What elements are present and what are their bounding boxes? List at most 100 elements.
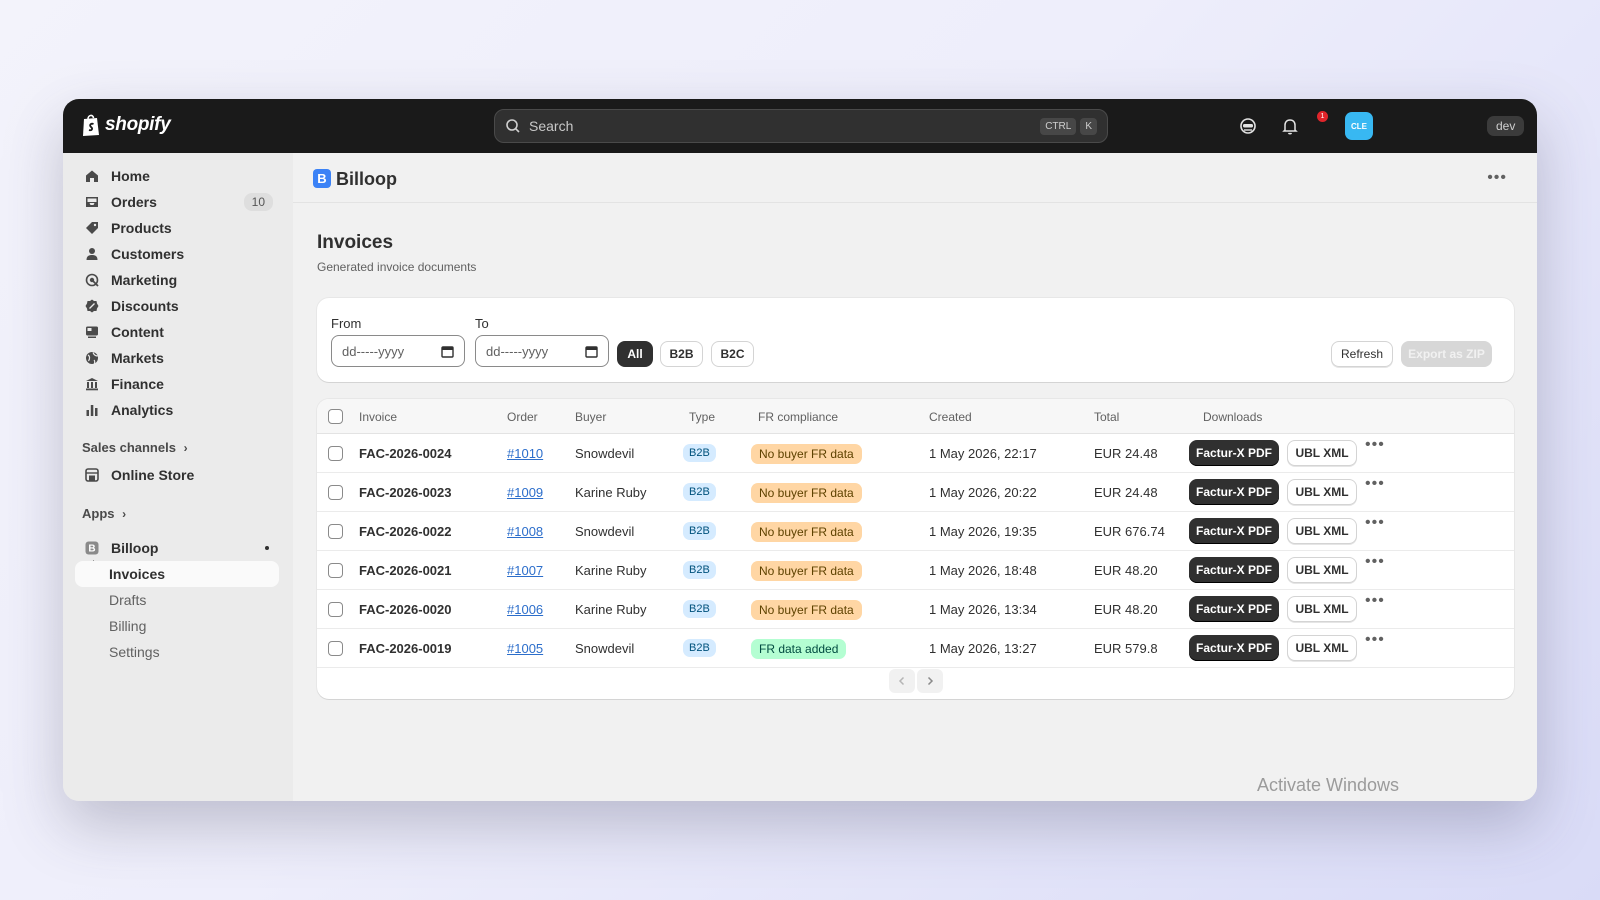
download-ubl-xml-button[interactable]: UBL XML [1287,596,1357,622]
app-header: B Billoop ••• [293,153,1537,203]
col-downloads[interactable]: Downloads [1203,410,1262,424]
col-fr-compliance[interactable]: FR compliance [758,410,838,424]
sidebar-item-home[interactable]: Home [75,163,279,189]
sidebar-item-billoop[interactable]: B Billoop [75,535,279,561]
table-row[interactable]: FAC-2026-0024 #1010 Snowdevil B2B No buyer F… [317,434,1514,473]
row-checkbox[interactable] [328,446,343,461]
order-link[interactable]: #1005 [507,641,543,656]
table-row[interactable]: FAC-2026-0020 #1006 Karine Ruby B2B No buyer… [317,590,1514,629]
invoice-number[interactable]: FAC-2026-0019 [359,641,452,656]
apps-heading[interactable]: Apps › [82,506,126,521]
buyer-name: Karine Ruby [575,563,647,578]
globe-icon [86,352,98,365]
sidebar-item-markets[interactable]: Markets [75,345,279,371]
col-type[interactable]: Type [689,410,715,424]
sidebar-item-discounts[interactable]: Discounts [75,293,279,319]
download-facturx-pdf-button[interactable]: Factur-X PDF [1189,596,1279,622]
invoice-number[interactable]: FAC-2026-0020 [359,602,452,617]
order-link[interactable]: #1007 [507,563,543,578]
invoice-number[interactable]: FAC-2026-0024 [359,446,452,461]
search-input[interactable]: Search CTRL K [494,109,1108,143]
col-created[interactable]: Created [929,410,972,424]
sidebar-item-content[interactable]: Content [75,319,279,345]
sidebar-item-analytics[interactable]: Analytics [75,397,279,423]
download-ubl-xml-button[interactable]: UBL XML [1287,557,1357,583]
sidebar-item-finance[interactable]: Finance [75,371,279,397]
row-more-options-icon[interactable]: ••• [1365,475,1385,493]
created-date: 1 May 2026, 13:34 [929,602,1037,617]
sidebar-item-products[interactable]: Products [75,215,279,241]
order-link[interactable]: #1010 [507,446,543,461]
order-link[interactable]: #1008 [507,524,543,539]
fr-compliance-badge: No buyer FR data [751,561,862,581]
row-more-options-icon[interactable]: ••• [1365,553,1385,571]
col-invoice[interactable]: Invoice [359,410,397,424]
table-row[interactable]: FAC-2026-0022 #1008 Snowdevil B2B No buyer F… [317,512,1514,551]
row-checkbox[interactable] [328,524,343,539]
download-ubl-xml-button[interactable]: UBL XML [1287,635,1357,661]
sidebar-item-orders[interactable]: Orders 10 [75,189,279,215]
row-more-options-icon[interactable]: ••• [1365,514,1385,532]
row-more-options-icon[interactable]: ••• [1365,436,1385,454]
calendar-icon[interactable] [585,345,598,358]
row-checkbox[interactable] [328,485,343,500]
fr-compliance-badge: No buyer FR data [751,483,862,503]
more-options-icon[interactable]: ••• [1487,169,1507,187]
filter-all-button[interactable]: All [617,341,653,367]
sidebar-item-customers[interactable]: Customers [75,241,279,267]
col-total[interactable]: Total [1094,410,1119,424]
download-ubl-xml-button[interactable]: UBL XML [1287,440,1357,466]
row-more-options-icon[interactable]: ••• [1365,592,1385,610]
type-badge: B2B [683,483,716,501]
download-ubl-xml-button[interactable]: UBL XML [1287,518,1357,544]
select-all-checkbox[interactable] [328,409,343,424]
refresh-button[interactable]: Refresh [1331,341,1393,367]
invoice-number[interactable]: FAC-2026-0023 [359,485,452,500]
filter-b2b-button[interactable]: B2B [660,341,703,367]
sidebar-item-marketing[interactable]: Marketing [75,267,279,293]
order-link[interactable]: #1009 [507,485,543,500]
shortcut-ctrl: CTRL [1040,117,1077,135]
invoice-number[interactable]: FAC-2026-0022 [359,524,452,539]
download-facturx-pdf-button[interactable]: Factur-X PDF [1189,440,1279,466]
sidebar-item-drafts[interactable]: Drafts [75,587,279,613]
export-zip-button[interactable]: Export as ZIP [1401,341,1492,367]
bell-icon[interactable] [1280,116,1300,136]
shopify-logo[interactable]: shopify [81,113,171,137]
store-agent-icon[interactable] [1238,116,1258,136]
col-order[interactable]: Order [507,410,538,424]
sidebar-item-settings[interactable]: Settings [75,639,279,665]
filter-b2c-button[interactable]: B2C [711,341,754,367]
notification-count-badge: 1 [1317,111,1328,122]
brand-name: shopify [105,114,171,135]
orders-icon [86,197,98,207]
download-facturx-pdf-button[interactable]: Factur-X PDF [1189,479,1279,505]
row-checkbox[interactable] [328,563,343,578]
order-link[interactable]: #1006 [507,602,543,617]
table-row[interactable]: FAC-2026-0019 #1005 Snowdevil B2B FR data ad… [317,629,1514,668]
col-buyer[interactable]: Buyer [575,410,606,424]
row-more-options-icon[interactable]: ••• [1365,631,1385,649]
sidebar-item-online-store[interactable]: Online Store [75,462,279,488]
calendar-icon[interactable] [441,345,454,358]
download-facturx-pdf-button[interactable]: Factur-X PDF [1189,518,1279,544]
avatar[interactable]: CLE [1345,112,1373,140]
search-icon [506,119,520,133]
sales-channels-heading[interactable]: Sales channels › [82,440,188,455]
sidebar-item-billing[interactable]: Billing [75,613,279,639]
invoice-number[interactable]: FAC-2026-0021 [359,563,452,578]
download-facturx-pdf-button[interactable]: Factur-X PDF [1189,557,1279,583]
from-date-input[interactable]: dd-----yyyy [331,335,465,367]
table-row[interactable]: FAC-2026-0021 #1007 Karine Ruby B2B No buyer… [317,551,1514,590]
row-checkbox[interactable] [328,641,343,656]
sidebar-item-invoices[interactable]: Invoices [75,561,279,587]
pagination [889,669,943,693]
table-row[interactable]: FAC-2026-0023 #1009 Karine Ruby B2B No buyer… [317,473,1514,512]
store-env-badge[interactable]: dev [1487,116,1525,136]
prev-page-button[interactable] [889,669,915,693]
to-date-input[interactable]: dd-----yyyy [475,335,609,367]
download-facturx-pdf-button[interactable]: Factur-X PDF [1189,635,1279,661]
row-checkbox[interactable] [328,602,343,617]
download-ubl-xml-button[interactable]: UBL XML [1287,479,1357,505]
next-page-button[interactable] [917,669,943,693]
